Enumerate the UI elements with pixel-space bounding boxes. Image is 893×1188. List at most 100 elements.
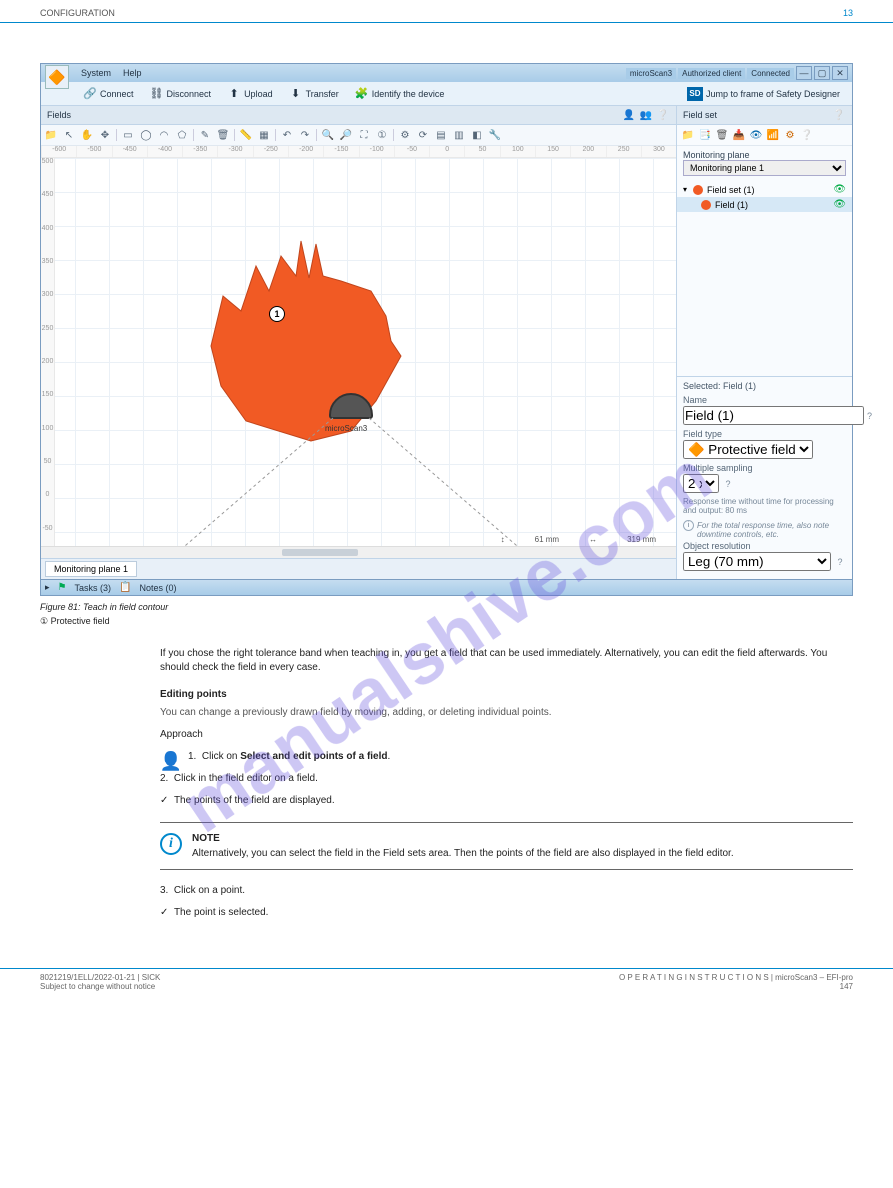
side-gear-icon[interactable]: ⚙ bbox=[783, 128, 797, 142]
footer-page-number: 147 bbox=[619, 982, 853, 991]
tool-zoomfit-icon[interactable]: ⛶ bbox=[356, 127, 372, 143]
side-add-icon[interactable]: 📁 bbox=[681, 128, 695, 142]
visibility-icon[interactable]: 👁 bbox=[833, 199, 846, 210]
user2-icon[interactable]: 👥 bbox=[639, 108, 653, 122]
tool-d-icon[interactable]: ▥ bbox=[451, 127, 467, 143]
status-device: microScan3 bbox=[626, 68, 676, 79]
side-copy-icon[interactable]: 📑 bbox=[698, 128, 712, 142]
upload-button[interactable]: ⬆Upload bbox=[219, 85, 281, 103]
tool-grid-icon[interactable]: ▦ bbox=[256, 127, 272, 143]
side-help-icon[interactable]: ❔ bbox=[832, 108, 846, 122]
close-button[interactable]: ✕ bbox=[832, 66, 848, 80]
doc-section-number: 13 bbox=[843, 8, 853, 18]
doc-section-label: CONFIGURATION bbox=[40, 8, 115, 18]
minimize-button[interactable]: — bbox=[796, 66, 812, 80]
fields-panel-title: Fields bbox=[47, 110, 71, 120]
edit-points-tool-icon: 👤 bbox=[160, 750, 182, 772]
tool-zoomin-icon[interactable]: 🔍 bbox=[320, 127, 336, 143]
tool-undo-icon[interactable]: ↶ bbox=[279, 127, 295, 143]
tool-redo-icon[interactable]: ↷ bbox=[297, 127, 313, 143]
tree-field[interactable]: Field (1) 👁 bbox=[677, 197, 852, 212]
figure-caption: Figure 81: Teach in field contour bbox=[40, 602, 853, 612]
result-3: ✓ The point is selected. bbox=[160, 906, 853, 920]
tool-circle-icon[interactable]: ◯ bbox=[138, 127, 154, 143]
fieldset-panel-header: Field set ❔ bbox=[677, 106, 852, 125]
tool-folder-icon[interactable]: 📁 bbox=[43, 127, 59, 143]
name-help-icon[interactable]: ? bbox=[867, 411, 872, 421]
disconnect-button[interactable]: ⛓Disconnect bbox=[142, 85, 220, 103]
step-3: 3. Click on a point. bbox=[160, 884, 853, 898]
safety-designer-link[interactable]: SDJump to frame of Safety Designer bbox=[679, 85, 848, 103]
side-q-icon[interactable]: ❔ bbox=[800, 128, 814, 142]
or-help-icon[interactable]: ? bbox=[834, 557, 846, 567]
notes-status[interactable]: Notes (0) bbox=[139, 583, 176, 593]
tool-a-icon[interactable]: ⚙ bbox=[397, 127, 413, 143]
monitoring-plane-label: Monitoring plane bbox=[683, 150, 846, 160]
tool-arc-icon[interactable]: ◠ bbox=[156, 127, 172, 143]
tool-c-icon[interactable]: ▤ bbox=[433, 127, 449, 143]
monitoring-plane-select[interactable]: Monitoring plane 1 bbox=[683, 160, 846, 176]
tool-poly-icon[interactable]: ⬠ bbox=[174, 127, 190, 143]
connect-button[interactable]: 🔗Connect bbox=[75, 85, 142, 103]
fields-panel-header: Fields 👤 👥 ❔ bbox=[41, 106, 676, 125]
tool-ruler-icon[interactable]: 📏 bbox=[238, 127, 254, 143]
note-body: Alternatively, you can select the field … bbox=[192, 848, 853, 859]
side-del-icon[interactable]: 🗑 bbox=[715, 128, 729, 142]
field-editor-canvas[interactable]: 500 450 400 350 300 250 200 150 100 50 0… bbox=[41, 158, 676, 558]
tool-edit-points-icon[interactable]: ✎ bbox=[197, 127, 213, 143]
tool-rect-icon[interactable]: ▭ bbox=[120, 127, 136, 143]
menu-system[interactable]: System bbox=[75, 66, 117, 80]
menu-help[interactable]: Help bbox=[117, 66, 148, 80]
chevron-down-icon[interactable]: ▾ bbox=[683, 185, 693, 194]
tree-field-set[interactable]: ▾ Field set (1) 👁 bbox=[677, 182, 852, 197]
footer-docid: 8021219/1ELL/2022-01-21 | SICK bbox=[40, 973, 160, 982]
side-wifi-icon[interactable]: 📶 bbox=[766, 128, 780, 142]
ruler-horizontal: -600 -500 -450 -400 -350 -300 -250 -200 … bbox=[41, 146, 676, 158]
status-connection: Connected bbox=[747, 68, 794, 79]
objres-select[interactable]: Leg (70 mm) bbox=[683, 552, 831, 571]
editor-toolbar: 📁 ↖ ✋ ✥ ▭ ◯ ◠ ⬠ ✎ 🗑 📏 ▦ ↶ bbox=[41, 125, 676, 146]
tool-e-icon[interactable]: ◧ bbox=[469, 127, 485, 143]
identify-button[interactable]: 🧩Identify the device bbox=[347, 85, 453, 103]
tool-zoom100-icon[interactable]: ① bbox=[374, 127, 390, 143]
tool-hand-icon[interactable]: ✋ bbox=[79, 127, 95, 143]
objres-label: Object resolution bbox=[683, 541, 846, 551]
tool-move-icon[interactable]: ✥ bbox=[97, 127, 113, 143]
user-icon[interactable]: 👤 bbox=[622, 108, 636, 122]
side-import-icon[interactable]: 📥 bbox=[732, 128, 746, 142]
selected-value: Field (1) bbox=[723, 381, 756, 391]
selected-label: Selected: bbox=[683, 381, 721, 391]
info-icon: i bbox=[160, 833, 182, 855]
side-eye-icon[interactable]: 👁 bbox=[749, 128, 763, 142]
statusbar: ▸ ⚑ Tasks (3) 📋 Notes (0) bbox=[41, 579, 852, 595]
tool-pointer-icon[interactable]: ↖ bbox=[61, 127, 77, 143]
ms-help-icon[interactable]: ? bbox=[722, 479, 734, 489]
tool-b-icon[interactable]: ⟳ bbox=[415, 127, 431, 143]
fieldtype-select[interactable]: 🔶 Protective field bbox=[683, 440, 813, 459]
statusbar-expand-icon[interactable]: ▸ bbox=[45, 582, 50, 593]
tab-monitoring-plane[interactable]: Monitoring plane 1 bbox=[45, 561, 137, 577]
name-label: Name bbox=[683, 395, 846, 405]
help-icon[interactable]: ❔ bbox=[656, 108, 670, 122]
upload-icon: ⬆ bbox=[227, 87, 241, 101]
tool-f-icon[interactable]: 🔧 bbox=[487, 127, 503, 143]
step-1: 1. Click on Select and edit points of a … bbox=[188, 750, 390, 764]
name-input[interactable] bbox=[683, 406, 864, 425]
scrollbar-horizontal[interactable] bbox=[41, 546, 676, 558]
maximize-button[interactable]: ▢ bbox=[814, 66, 830, 80]
properties-panel: Selected: Field (1) Name ? Field type 🔶 … bbox=[677, 376, 852, 579]
tool-delete-icon[interactable]: 🗑 bbox=[215, 127, 231, 143]
figure-legend: ① Protective field bbox=[40, 616, 853, 627]
tasks-status[interactable]: Tasks (3) bbox=[75, 583, 112, 593]
multisampling-select[interactable]: 2 x bbox=[683, 474, 719, 493]
field-color-icon bbox=[701, 200, 711, 210]
visibility-icon[interactable]: 👁 bbox=[833, 184, 846, 195]
para-intro: If you chose the right tolerance band wh… bbox=[160, 647, 853, 675]
connect-icon: 🔗 bbox=[83, 87, 97, 101]
transfer-button[interactable]: ⬇Transfer bbox=[281, 85, 347, 103]
fieldset-panel-title: Field set bbox=[683, 110, 717, 120]
tool-zoomout-icon[interactable]: 🔎 bbox=[338, 127, 354, 143]
heading-editing-points: Editing points bbox=[160, 689, 853, 700]
tasks-flag-icon: ⚑ bbox=[58, 582, 67, 593]
label-approach: Approach bbox=[160, 728, 853, 742]
